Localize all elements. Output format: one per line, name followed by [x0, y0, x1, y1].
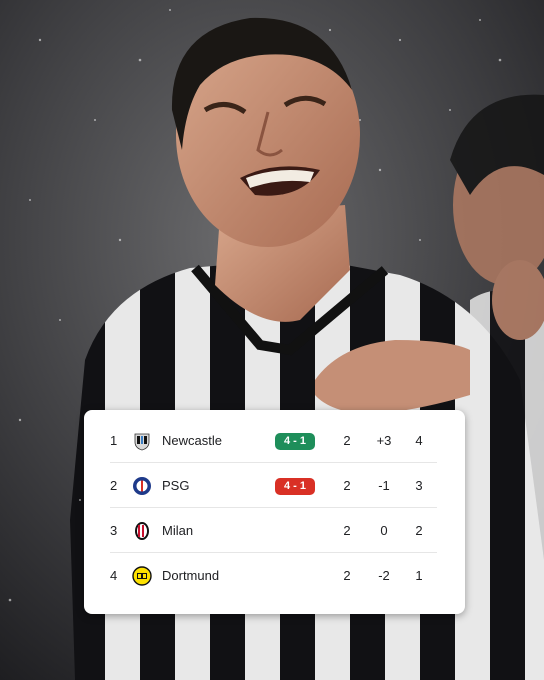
table-row[interactable]: 1 Newcastle 4 - 1 2 +3 4: [84, 419, 465, 463]
psg-crest-icon: [133, 477, 151, 495]
team-name: Milan: [162, 523, 194, 538]
played: 2: [343, 433, 351, 448]
position: 2: [110, 478, 118, 493]
newcastle-crest-icon: [134, 433, 150, 451]
table-row[interactable]: 4 Dortmund 2 -2 1: [84, 554, 465, 598]
standings-card: 1 Newcastle 4 - 1 2 +3 4 2 PSG 4 - 1 2 -…: [84, 410, 465, 614]
team-name: Dortmund: [162, 568, 220, 583]
divider: [110, 507, 437, 508]
table-row[interactable]: 2 PSG 4 - 1 2 -1 3: [84, 464, 465, 508]
team-name: Newcastle: [162, 433, 222, 448]
team-name: PSG: [162, 478, 190, 493]
result-badge: 4 - 1: [275, 433, 315, 450]
divider: [110, 552, 437, 553]
milan-crest-icon: [135, 522, 149, 540]
played: 2: [343, 568, 351, 583]
played: 2: [343, 478, 351, 493]
played: 2: [343, 523, 351, 538]
position: 1: [110, 433, 118, 448]
points: 2: [415, 523, 423, 538]
goal-difference: -2: [378, 568, 390, 583]
goal-difference: -1: [378, 478, 390, 493]
goal-difference: 0: [380, 523, 388, 538]
position: 4: [110, 568, 118, 583]
table-row[interactable]: 3 Milan 2 0 2: [84, 509, 465, 553]
position: 3: [110, 523, 118, 538]
points: 3: [415, 478, 423, 493]
goal-difference: +3: [376, 433, 392, 448]
dortmund-crest-icon: [132, 566, 152, 586]
result-badge: 4 - 1: [275, 478, 315, 495]
points: 1: [415, 568, 423, 583]
points: 4: [415, 433, 423, 448]
divider: [110, 462, 437, 463]
